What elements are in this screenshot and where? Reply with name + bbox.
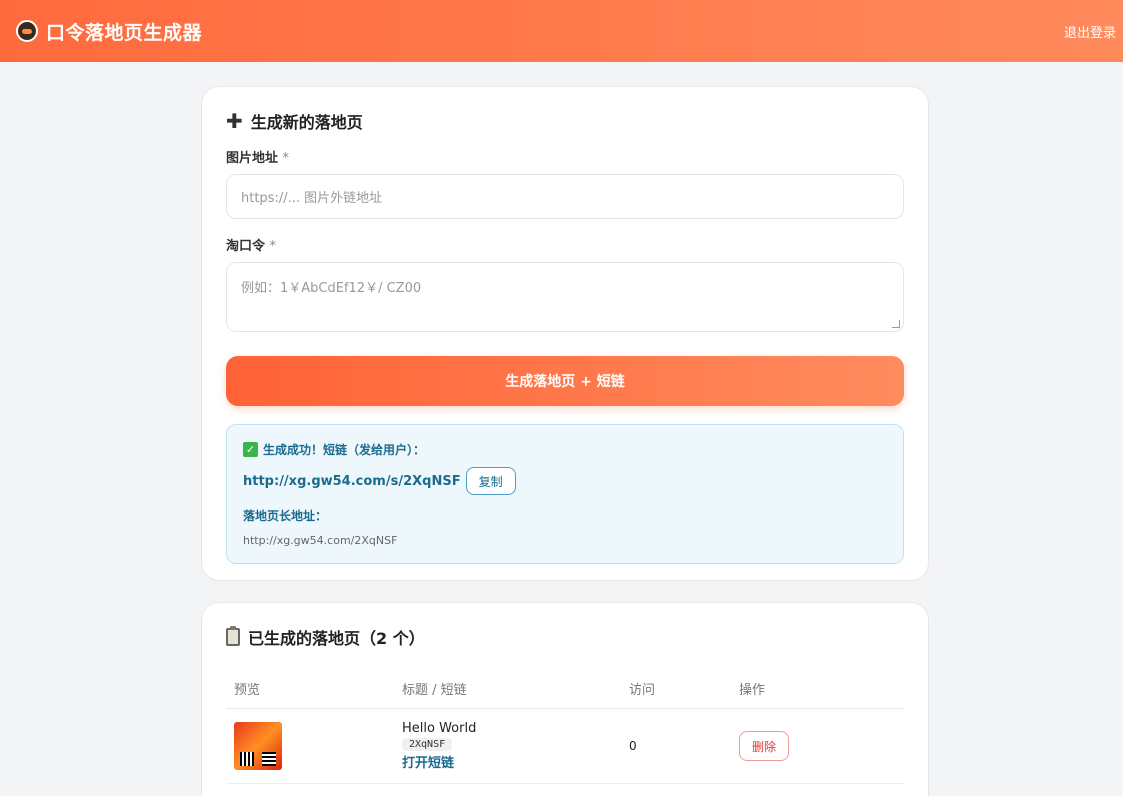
long-url-text: http://xg.gw54.com/2XqNSF bbox=[243, 534, 398, 547]
generate-card: ✚ 生成新的落地页 图片地址 * https://... 图片外链地址 淘口令 … bbox=[201, 86, 929, 581]
required-mark: * bbox=[269, 239, 277, 254]
code-label-text: 淘口令 bbox=[226, 239, 266, 254]
actions-cell: 删除 bbox=[731, 708, 904, 784]
col-actions: 操作 bbox=[731, 671, 904, 709]
col-title: 标题 / 短链 bbox=[394, 671, 621, 709]
short-url-link[interactable]: http://xg.gw54.com/s/2XqNSF bbox=[243, 474, 461, 489]
delete-button[interactable]: 删除 bbox=[739, 731, 790, 761]
preview-thumbnail[interactable] bbox=[234, 722, 282, 770]
plus-icon: ✚ bbox=[226, 109, 243, 133]
result-panel: ✓ 生成成功！短链（发给用户）： http://xg.gw54.com/s/2X… bbox=[226, 424, 904, 564]
list-section-title: 已生成的落地页（2 个） bbox=[226, 625, 904, 649]
col-visits: 访问 bbox=[621, 671, 731, 709]
brand: 口令落地页生成器 bbox=[16, 18, 202, 45]
code-chip: 2XqNSF bbox=[402, 738, 453, 751]
title-cell: Hello World 2XqNSF 打开短链 bbox=[394, 708, 621, 784]
image-url-input[interactable]: https://... 图片外链地址 bbox=[226, 174, 904, 219]
image-url-label: 图片地址 * bbox=[226, 147, 904, 166]
pages-table: 预览 标题 / 短链 访问 操作 Hello World 2XqNSF 打开短链… bbox=[226, 671, 904, 784]
visits-cell: 0 bbox=[621, 708, 731, 784]
table-row: Hello World 2XqNSF 打开短链 0 删除 bbox=[226, 708, 904, 784]
top-bar: 口令落地页生成器 退出登录 bbox=[0, 0, 1123, 62]
preview-cell bbox=[226, 708, 394, 784]
clipboard-icon bbox=[226, 626, 240, 646]
col-preview: 预览 bbox=[226, 671, 394, 709]
success-text: 生成成功！短链（发给用户）： bbox=[263, 443, 426, 457]
generate-section-title: ✚ 生成新的落地页 bbox=[226, 109, 904, 133]
open-short-link[interactable]: 打开短链 bbox=[402, 752, 613, 771]
row-title: Hello World bbox=[402, 721, 477, 736]
check-icon: ✓ bbox=[243, 442, 258, 457]
logo-icon bbox=[16, 20, 38, 42]
short-link-row: http://xg.gw54.com/s/2XqNSF 复制 bbox=[243, 467, 887, 495]
logout-link[interactable]: 退出登录 bbox=[1064, 22, 1116, 41]
resize-grip-icon[interactable] bbox=[892, 320, 900, 328]
generate-title-text: 生成新的落地页 bbox=[250, 113, 363, 132]
copy-button[interactable]: 复制 bbox=[465, 467, 516, 495]
required-mark: * bbox=[282, 151, 290, 166]
app-title: 口令落地页生成器 bbox=[46, 21, 203, 44]
generate-button[interactable]: 生成落地页 + 短链 bbox=[226, 356, 904, 406]
table-header-row: 预览 标题 / 短链 访问 操作 bbox=[226, 671, 904, 709]
image-url-placeholder: https://... 图片外链地址 bbox=[241, 191, 383, 206]
long-url-label: 落地页长地址： bbox=[243, 509, 328, 523]
list-title-text: 已生成的落地页（2 个） bbox=[248, 629, 425, 648]
code-label: 淘口令 * bbox=[226, 235, 904, 254]
image-url-label-text: 图片地址 bbox=[226, 151, 279, 166]
generated-list-card: 已生成的落地页（2 个） 预览 标题 / 短链 访问 操作 Hello Worl… bbox=[201, 602, 929, 796]
code-placeholder: 例如：1￥AbCdEf12￥/ CZ00 bbox=[241, 281, 422, 296]
code-textarea[interactable]: 例如：1￥AbCdEf12￥/ CZ00 bbox=[226, 262, 904, 332]
success-message: ✓ 生成成功！短链（发给用户）： bbox=[243, 441, 887, 458]
